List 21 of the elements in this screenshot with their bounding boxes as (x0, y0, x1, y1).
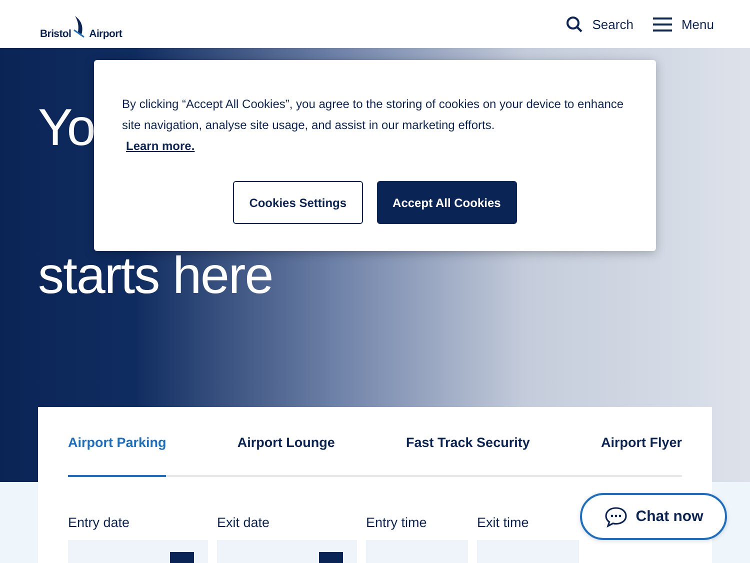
menu-icon (653, 16, 672, 32)
booking-tab[interactable]: Airport Lounge (237, 407, 335, 477)
chat-bubble-icon (604, 506, 628, 528)
booking-tab[interactable]: Airport Flyer (600, 407, 682, 477)
field-label: Entry time (366, 515, 428, 530)
cookie-settings-button[interactable]: Cookies Settings (233, 181, 363, 224)
menu-button[interactable]: Menu (653, 16, 714, 32)
field-label: Entry date (68, 515, 131, 530)
accept-cookies-button[interactable]: Accept All Cookies (376, 181, 517, 224)
field-label: Exit date (217, 515, 271, 530)
search-button[interactable]: Search (566, 16, 634, 32)
booking-tab[interactable]: Fast Track Security (406, 407, 530, 477)
cookie-message: By clicking “Accept All Cookies”, you agree to the storing of cookies on your device to enhance site navigation, analyse site usage, and assist in our marketing efforts. (122, 96, 625, 134)
hero-heading: starts here (38, 248, 273, 304)
airport-logo[interactable]: Bristol Airport (40, 8, 122, 40)
chat-button[interactable]: Chat now (580, 493, 727, 540)
booking-tab[interactable]: Airport Parking (68, 407, 166, 477)
learn-more-link[interactable]: Learn more. (126, 136, 195, 157)
search-icon (566, 16, 584, 32)
field-label: Exit time (477, 515, 530, 530)
hero-heading: Yo (38, 100, 95, 156)
